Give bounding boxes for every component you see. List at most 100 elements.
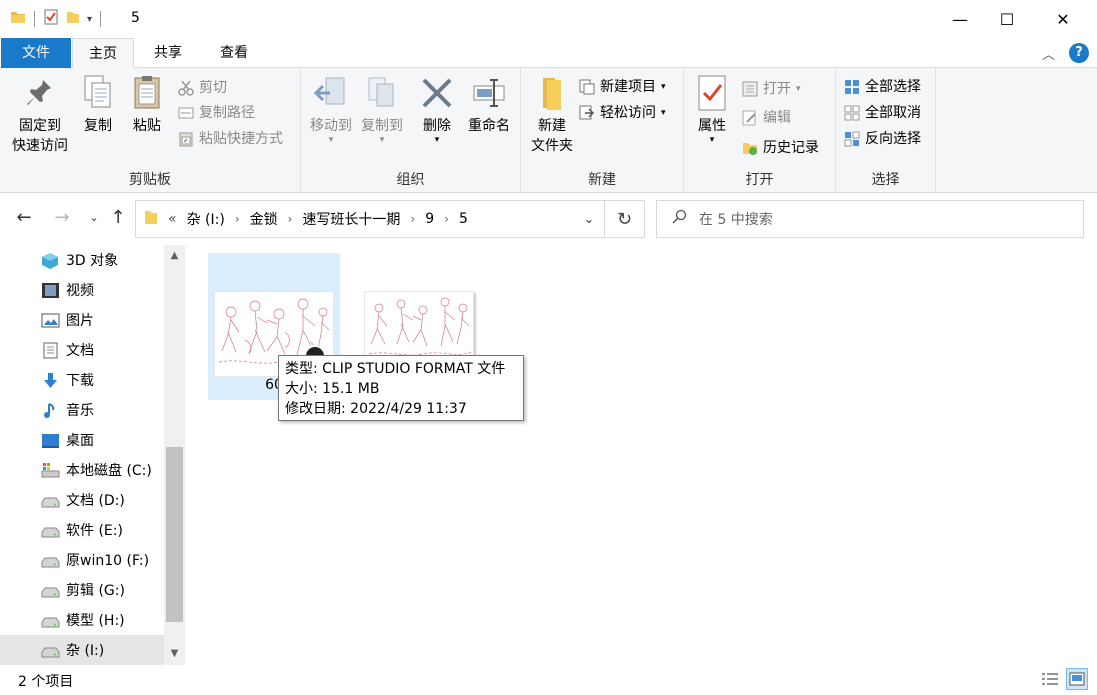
nav-item-drive-g[interactable]: 剪辑 (G:) [0, 575, 164, 605]
invert-selection-label: 反向选择 [865, 131, 921, 147]
history-button[interactable]: 历史记录 [742, 136, 819, 160]
nav-item-3d-objects[interactable]: 3D 对象 [0, 245, 164, 275]
nav-item-drive-f[interactable]: 原win10 (F:) [0, 545, 164, 575]
maximize-button[interactable]: ☐ [984, 0, 1030, 38]
tab-share[interactable]: 共享 [140, 38, 196, 68]
properties-icon [695, 74, 729, 112]
breadcrumb-chevron-icon[interactable]: › [444, 212, 449, 226]
ribbon: 固定到 快速访问 复制 粘贴 剪切 复制路径 粘贴快捷方式 剪贴板 移动到 ▾ … [0, 68, 1097, 193]
breadcrumb-item[interactable]: 9 [425, 211, 434, 227]
select-none-button[interactable]: 全部取消 [844, 101, 921, 125]
easy-access-button[interactable]: 轻松访问 ▾ [579, 101, 666, 125]
move-to-button[interactable]: 移动到 ▾ [305, 74, 357, 145]
minimize-button[interactable]: — [937, 0, 983, 38]
scissors-icon [178, 80, 194, 96]
nav-item-label: 音乐 [66, 403, 94, 419]
copy-to-icon [365, 74, 399, 112]
refresh-icon[interactable]: ↻ [604, 201, 644, 237]
delete-button[interactable]: 删除 ▾ [415, 74, 459, 145]
new-folder-icon[interactable] [65, 9, 81, 29]
nav-item-documents[interactable]: 文档 [0, 335, 164, 365]
paste-button[interactable]: 粘贴 [124, 74, 170, 136]
pin-quick-access-button[interactable]: 固定到 快速访问 [6, 74, 74, 156]
copy-button[interactable]: 复制 [76, 74, 120, 136]
open-group-label: 打开 [745, 172, 774, 188]
back-arrow-icon[interactable]: ← [12, 207, 36, 228]
forward-arrow-icon[interactable]: → [50, 207, 74, 228]
breadcrumb-item[interactable]: 金锁 [250, 209, 278, 229]
nav-item-label: 3D 对象 [66, 253, 119, 269]
nav-item-drive-c[interactable]: 本地磁盘 (C:) [0, 455, 164, 485]
collapse-ribbon-icon[interactable]: ︿ [1042, 44, 1055, 63]
delete-x-icon [420, 74, 454, 112]
cut-button[interactable]: 剪切 [178, 76, 227, 100]
nav-pane-scrollbar[interactable]: ▲ ▼ [164, 245, 185, 665]
search-input[interactable]: 在 5 中搜索 [656, 200, 1084, 238]
rename-button[interactable]: 重命名 [461, 74, 517, 136]
file-info-tooltip: 类型: CLIP STUDIO FORMAT 文件 大小: 15.1 MB 修改… [278, 355, 524, 421]
breadcrumb-item[interactable]: 5 [459, 211, 468, 227]
new-item-icon [579, 79, 595, 95]
drive-icon [41, 642, 60, 659]
nav-item-desktop[interactable]: 桌面 [0, 425, 164, 455]
details-view-icon[interactable] [1039, 668, 1061, 690]
new-group-label: 新建 [588, 172, 616, 188]
nav-item-drive-h[interactable]: 模型 (H:) [0, 605, 164, 635]
delete-dropdown-icon: ▾ [434, 135, 440, 145]
breadcrumb-chevron-icon[interactable]: › [235, 212, 240, 226]
move-to-icon [313, 74, 348, 112]
nav-item-video[interactable]: 视频 [0, 275, 164, 305]
breadcrumb-chevron-icon[interactable]: › [288, 212, 293, 226]
nav-item-label: 杂 (I:) [66, 643, 105, 659]
nav-item-drive-d[interactable]: 文档 (D:) [0, 485, 164, 515]
open-button[interactable]: 打开 ▾ [742, 77, 801, 101]
nav-item-drive-e[interactable]: 软件 (E:) [0, 515, 164, 545]
paste-shortcut-label: 粘贴快捷方式 [199, 131, 283, 147]
properties-icon[interactable] [43, 9, 59, 29]
edit-button[interactable]: 编辑 [742, 106, 791, 130]
breadcrumb-chevron-icon[interactable]: › [410, 212, 415, 226]
nav-item-label: 本地磁盘 (C:) [66, 463, 152, 479]
music-icon [41, 402, 60, 419]
new-folder-button[interactable]: 新建 文件夹 [525, 74, 579, 156]
breadcrumb-item[interactable]: 杂 (I:) [187, 209, 225, 229]
qat-separator [100, 11, 102, 27]
paste-shortcut-button[interactable]: 粘贴快捷方式 [178, 127, 283, 151]
nav-item-downloads[interactable]: 下载 [0, 365, 164, 395]
tab-view[interactable]: 查看 [204, 38, 264, 68]
close-button[interactable]: ✕ [1040, 0, 1086, 38]
nav-item-label: 图片 [66, 313, 94, 329]
nav-item-music[interactable]: 音乐 [0, 395, 164, 425]
properties-button[interactable]: 属性 ▾ [690, 74, 734, 145]
address-dropdown-icon[interactable]: ⌄ [574, 212, 604, 226]
tab-file[interactable]: 文件 [1, 38, 71, 68]
download-icon [41, 372, 60, 389]
breadcrumb-overflow[interactable]: « [168, 211, 177, 227]
status-bar: 2 个项目 [0, 665, 1097, 695]
nav-item-drive-i[interactable]: 杂 (I:) [0, 635, 164, 665]
invert-selection-button[interactable]: 反向选择 [844, 127, 921, 151]
up-arrow-icon[interactable]: ↑ [106, 207, 130, 228]
recent-locations-chevron-icon[interactable]: ⌄ [82, 211, 106, 224]
copy-to-button[interactable]: 复制到 ▾ [357, 74, 407, 145]
organize-group: 移动到 ▾ 复制到 ▾ 删除 ▾ 重命名 组织 [301, 68, 521, 193]
help-icon[interactable]: ? [1069, 43, 1089, 63]
address-bar[interactable]: « 杂 (I:) › 金锁 › 速写班长十一期 › 9 › 5 ⌄ ↻ [135, 200, 645, 238]
select-group-label: 选择 [871, 172, 900, 188]
paste-icon [130, 74, 164, 112]
new-item-button[interactable]: 新建项目 ▾ [579, 75, 666, 99]
copy-path-button[interactable]: 复制路径 [178, 101, 255, 125]
history-icon [742, 140, 758, 156]
select-all-button[interactable]: 全部选择 [844, 75, 921, 99]
scrollbar-thumb[interactable] [166, 447, 183, 622]
invert-selection-icon [844, 131, 860, 147]
window-title: 5 [131, 10, 140, 26]
scroll-up-icon[interactable]: ▲ [164, 247, 185, 265]
tab-home[interactable]: 主页 [72, 38, 134, 69]
qat-dropdown-icon[interactable]: ▾ [87, 14, 92, 25]
large-icons-view-icon[interactable] [1066, 668, 1088, 690]
breadcrumb-item[interactable]: 速写班长十一期 [302, 209, 400, 229]
scroll-down-icon[interactable]: ▼ [164, 645, 185, 663]
nav-item-pictures[interactable]: 图片 [0, 305, 164, 335]
file-list: 60 [186, 245, 1097, 665]
